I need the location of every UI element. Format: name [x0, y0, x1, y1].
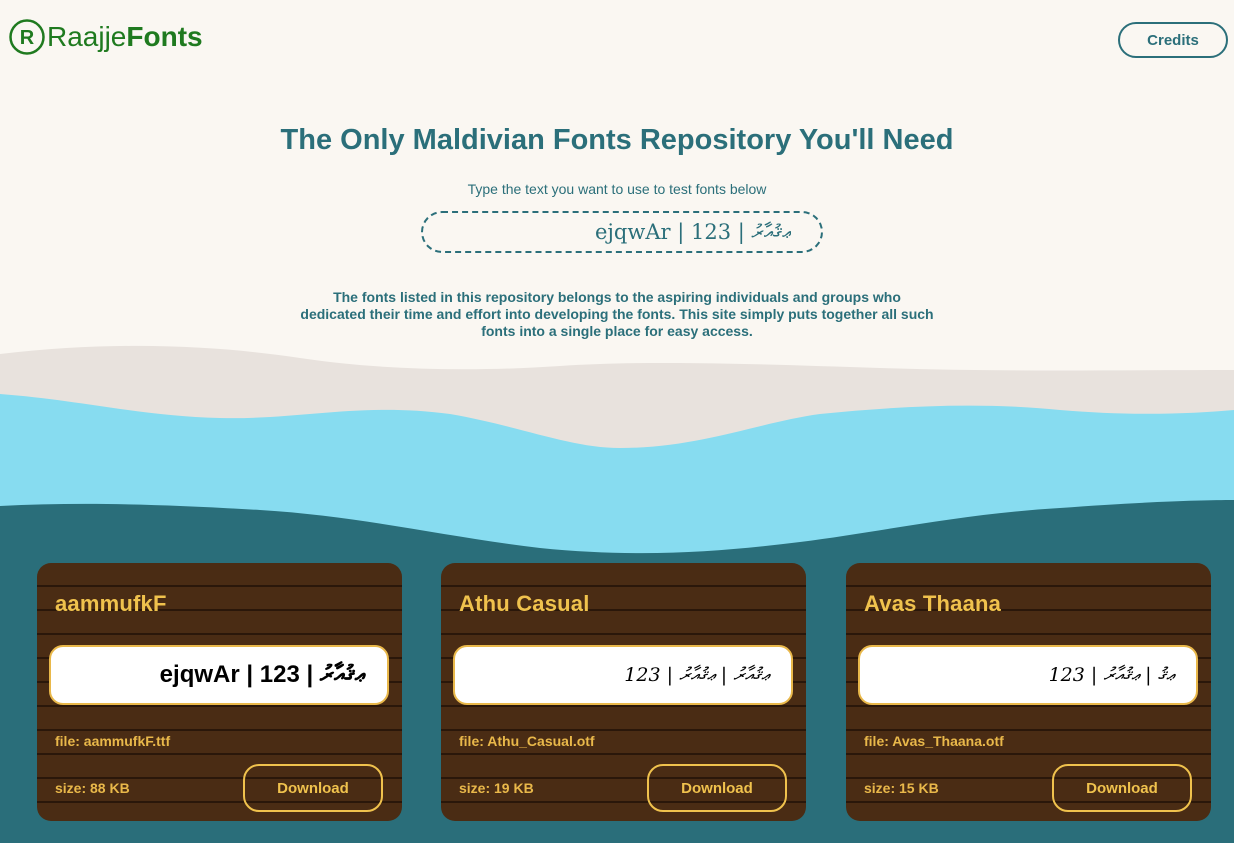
font-preview-text: ejqwAr | ޢޤުއާރު | 123 [159, 661, 365, 688]
font-file-name: file: Athu_Casual.otf [459, 733, 595, 749]
svg-text:R: R [20, 27, 35, 49]
font-preview-box: ޢޤު | ޢޤުއާރު | 123 [858, 645, 1198, 705]
download-button[interactable]: Download [243, 764, 383, 812]
logo-bold-part: Fonts [126, 21, 203, 52]
font-file-size: size: 15 KB [864, 780, 939, 796]
site-logo-text: RaajjeFonts [47, 21, 203, 53]
font-name: Athu Casual [459, 591, 590, 616]
test-text-field-wrapper [421, 211, 823, 253]
font-file-size: size: 88 KB [55, 780, 130, 796]
font-card: aammufkF ejqwAr | ޢޤުއާރު | 123 file: aa… [37, 563, 402, 821]
font-file-size: size: 19 KB [459, 780, 534, 796]
font-preview-box: ޢޤުއާރު | ޢޤުއާރު | 123 [453, 645, 793, 705]
font-preview-text: ޢޤުއާރު | ޢޤުއާރު | 123 [624, 664, 769, 686]
test-text-input[interactable] [451, 219, 793, 245]
font-preview-box: ejqwAr | ޢޤުއާރު | 123 [49, 645, 389, 705]
font-card: Athu Casual ޢޤުއާރު | ޢޤުއާރު | 123 file… [441, 563, 806, 821]
font-file-name: file: aammufkF.ttf [55, 733, 171, 749]
logo-rf-icon: R [9, 19, 45, 55]
font-preview-text: ޢޤު | ޢޤުއާރު | 123 [1048, 664, 1174, 686]
test-text-instructions: Type the text you want to use to test fo… [467, 181, 767, 197]
credits-button[interactable]: Credits [1118, 22, 1228, 58]
font-file-name: file: Avas_Thaana.otf [864, 733, 1004, 749]
download-button[interactable]: Download [647, 764, 787, 812]
font-card: Avas Thaana ޢޤު | ޢޤުއާރު | 123 file: Av… [846, 563, 1211, 821]
logo-light-part: Raajje [47, 21, 127, 52]
page-title: The Only Maldivian Fonts Repository You'… [280, 124, 954, 156]
font-name: aammufkF [55, 591, 167, 616]
site-logo[interactable]: R RaajjeFonts [8, 18, 203, 56]
download-button[interactable]: Download [1052, 764, 1192, 812]
font-name: Avas Thaana [864, 591, 1002, 616]
